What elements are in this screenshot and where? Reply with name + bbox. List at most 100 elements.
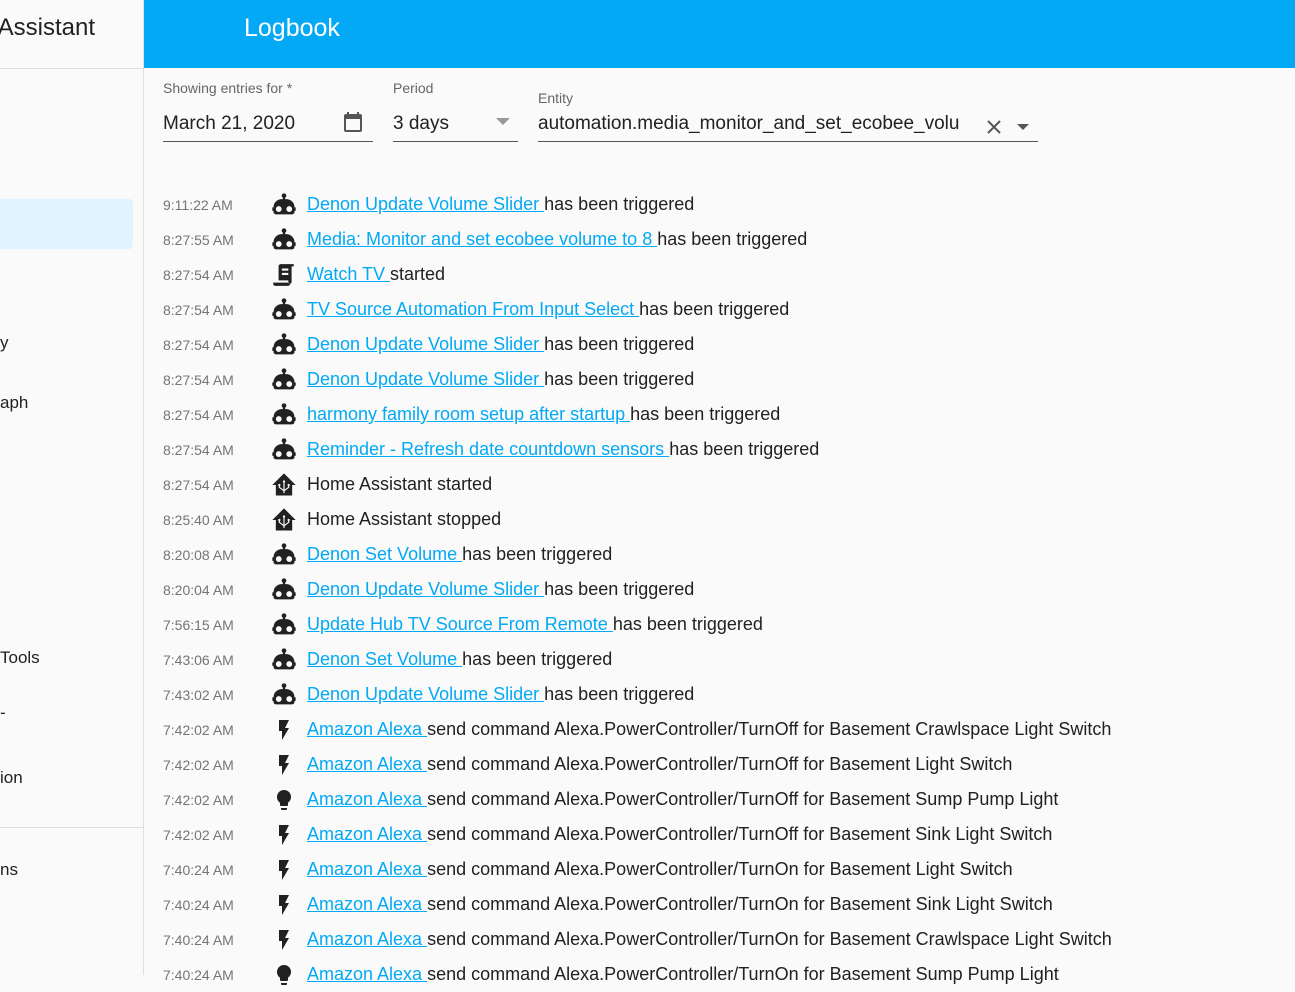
log-entry: 8:27:54 AM Reminder - Refresh date count… — [163, 432, 819, 467]
home-assistant-icon — [264, 471, 303, 499]
entry-message: Home Assistant stopped — [307, 509, 502, 529]
entity-link[interactable]: harmony family room setup after startup — [307, 404, 630, 424]
log-entry: 7:40:24 AM Amazon Alexa send command Ale… — [163, 852, 1013, 887]
entry-time: 8:25:40 AM — [163, 511, 234, 528]
log-entry: 8:25:40 AM Home Assistant stopped — [163, 502, 501, 537]
entry-message: has been triggered — [544, 334, 695, 354]
calendar-icon[interactable] — [341, 110, 365, 134]
entity-link[interactable]: Amazon Alexa — [307, 964, 427, 984]
log-entry: 7:42:02 AM Amazon Alexa send command Ale… — [163, 747, 1012, 782]
entry-message: send command Alexa.PowerController/TurnO… — [427, 894, 1053, 914]
entry-message: has been triggered — [612, 614, 763, 634]
log-entry: 7:42:02 AM Amazon Alexa send command Ale… — [163, 782, 1058, 817]
sidebar-item[interactable]: - — [0, 703, 6, 723]
entity-link[interactable]: Amazon Alexa — [307, 859, 427, 879]
clear-icon[interactable] — [986, 119, 1002, 135]
entity-link[interactable]: Reminder - Refresh date countdown sensor… — [307, 439, 669, 459]
dropdown-arrow-icon[interactable] — [1017, 124, 1029, 131]
entity-link[interactable]: Denon Set Volume — [307, 544, 462, 564]
sidebar-divider — [0, 827, 143, 828]
robot-icon — [264, 436, 303, 464]
entity-link[interactable]: Denon Update Volume Slider — [307, 369, 544, 389]
period-select[interactable]: Period 3 days — [393, 78, 518, 142]
entity-link[interactable]: Amazon Alexa — [307, 929, 427, 949]
entity-link[interactable]: Amazon Alexa — [307, 754, 427, 774]
entity-link[interactable]: Denon Update Volume Slider — [307, 334, 544, 354]
entry-time: 8:20:04 AM — [163, 581, 234, 598]
flash-icon — [264, 926, 303, 954]
entry-message: started — [390, 264, 446, 284]
entity-link[interactable]: Watch TV — [307, 264, 390, 284]
entry-message: has been triggered — [639, 299, 790, 319]
entity-link[interactable]: Denon Update Volume Slider — [307, 194, 544, 214]
entry-time: 8:27:54 AM — [163, 266, 234, 283]
log-entry: 7:43:02 AM Denon Update Volume Slider ha… — [163, 677, 694, 712]
script-icon — [264, 262, 303, 288]
entity-link[interactable]: Denon Update Volume Slider — [307, 579, 544, 599]
robot-icon — [264, 541, 303, 569]
log-entry: 7:40:24 AM Amazon Alexa send command Ale… — [163, 922, 1112, 957]
entry-message: send command Alexa.PowerController/TurnO… — [427, 824, 1053, 844]
home-assistant-icon — [264, 506, 303, 534]
entity-input[interactable]: automation.media_monitor_and_set_ecobee_… — [538, 113, 959, 135]
sidebar-item[interactable]: y — [0, 333, 9, 353]
entry-time: 7:42:02 AM — [163, 826, 234, 843]
sidebar-title: Assistant — [0, 14, 95, 41]
log-entry: 8:27:55 AM Media: Monitor and set ecobee… — [163, 222, 807, 257]
entry-time: 8:27:54 AM — [163, 371, 234, 388]
flash-icon — [264, 821, 303, 849]
log-entry: 7:43:06 AM Denon Set Volume has been tri… — [163, 642, 612, 677]
entity-link[interactable]: Amazon Alexa — [307, 789, 427, 809]
sidebar-item-selected[interactable] — [0, 199, 133, 249]
log-entry: 8:27:54 AM Denon Update Volume Slider ha… — [163, 327, 694, 362]
entry-message: send command Alexa.PowerController/TurnO… — [427, 964, 1059, 984]
entry-time: 7:42:02 AM — [163, 756, 234, 773]
flash-icon — [264, 751, 303, 779]
entry-time: 8:20:08 AM — [163, 546, 234, 563]
flash-icon — [264, 716, 303, 744]
entry-time: 7:40:24 AM — [163, 861, 234, 878]
entity-link[interactable]: Update Hub TV Source From Remote — [307, 614, 613, 634]
dropdown-arrow-icon[interactable] — [496, 118, 510, 126]
sidebar-item[interactable]: ion — [0, 768, 23, 788]
sidebar-item[interactable]: aph — [0, 393, 28, 413]
robot-icon — [264, 576, 303, 604]
entry-message: has been triggered — [544, 194, 695, 214]
entry-time: 7:40:24 AM — [163, 896, 234, 913]
log-entry: 7:40:24 AM Amazon Alexa send command Ale… — [163, 887, 1053, 922]
robot-icon — [264, 681, 303, 709]
entity-link[interactable]: Denon Update Volume Slider — [307, 684, 544, 704]
entry-message: Home Assistant started — [307, 474, 493, 494]
entry-time: 7:43:02 AM — [163, 686, 234, 703]
robot-icon — [264, 191, 303, 219]
sidebar-item[interactable]: ns — [0, 860, 18, 880]
entry-time: 8:27:55 AM — [163, 231, 234, 248]
sidebar-item[interactable]: Tools — [0, 648, 40, 668]
entity-link[interactable]: TV Source Automation From Input Select — [307, 299, 639, 319]
log-entry: 8:20:08 AM Denon Set Volume has been tri… — [163, 537, 612, 572]
entry-time: 7:40:24 AM — [163, 931, 234, 948]
entity-link[interactable]: Amazon Alexa — [307, 719, 427, 739]
entry-message: has been triggered — [462, 649, 613, 669]
entry-message: has been triggered — [630, 404, 781, 424]
app-header: Logbook — [144, 0, 1295, 68]
robot-icon — [264, 331, 303, 359]
entry-message: send command Alexa.PowerController/TurnO… — [427, 754, 1013, 774]
entity-picker[interactable]: Entity automation.media_monitor_and_set_… — [538, 88, 1038, 142]
entity-link[interactable]: Amazon Alexa — [307, 824, 427, 844]
robot-icon — [264, 226, 303, 254]
log-entry: 8:27:54 AM TV Source Automation From Inp… — [163, 292, 789, 327]
entity-link[interactable]: Amazon Alexa — [307, 894, 427, 914]
entity-link[interactable]: Denon Set Volume — [307, 649, 462, 669]
robot-icon — [264, 366, 303, 394]
robot-icon — [264, 296, 303, 324]
entry-message: has been triggered — [544, 684, 695, 704]
entry-message: has been triggered — [462, 544, 613, 564]
robot-icon — [264, 401, 303, 429]
log-entry: 8:27:54 AM Watch TV started — [163, 257, 445, 292]
date-picker[interactable]: Showing entries for * March 21, 2020 — [163, 78, 373, 142]
entity-link[interactable]: Media: Monitor and set ecobee volume to … — [307, 229, 657, 249]
entry-time: 8:27:54 AM — [163, 336, 234, 353]
robot-icon — [264, 646, 303, 674]
log-entry: 8:20:04 AM Denon Update Volume Slider ha… — [163, 572, 694, 607]
